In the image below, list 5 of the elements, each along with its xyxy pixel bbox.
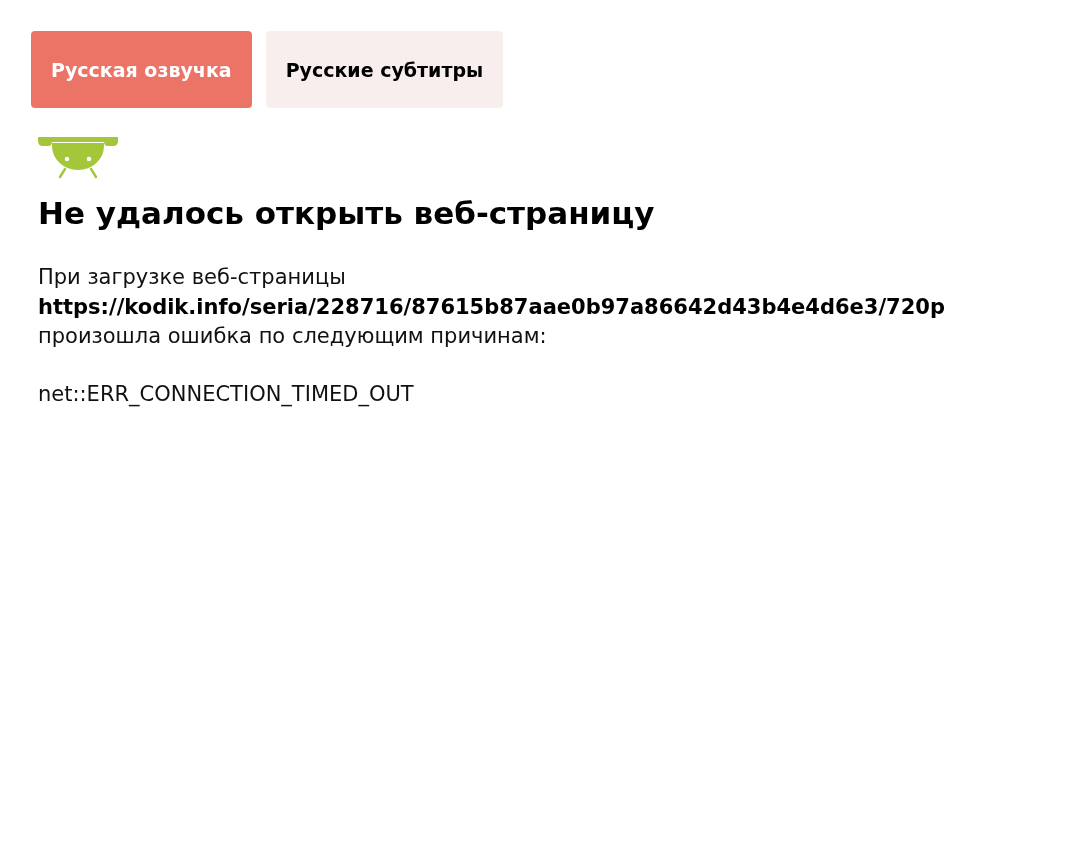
error-message: При загрузке веб-страницы https://kodik.info/seria/228716/87615b87aae0b97a86642d43b4e4d6e3/720p произошла ошибка по следующим причинам: (38, 264, 946, 350)
tab[interactable]: Русские субтитры (265, 31, 504, 108)
error-code: net::ERR_CONNECTION_TIMED_OUT (38, 380, 415, 409)
android-robot-icon (38, 137, 118, 179)
error-title: Не удалось открыть веб-страницу (38, 194, 656, 233)
